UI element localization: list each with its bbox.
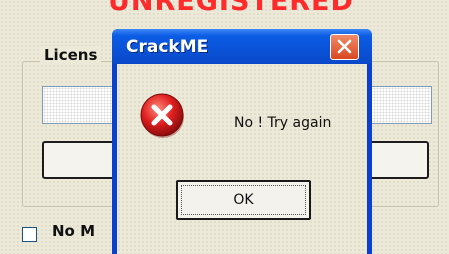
- close-icon: [337, 39, 352, 54]
- registration-status: UNREGISTERED: [108, 0, 354, 17]
- checkbox-label: No M: [52, 222, 96, 240]
- no-more-checkbox[interactable]: [22, 227, 37, 242]
- error-message: No ! Try again: [234, 115, 332, 131]
- error-dialog: CrackME No ! Try again OK: [112, 29, 372, 254]
- dialog-title: CrackME: [126, 37, 209, 57]
- dialog-body: No ! Try again OK: [117, 64, 367, 254]
- error-icon: [140, 93, 184, 138]
- license-group-label: Licens: [40, 46, 102, 64]
- dialog-title-bar[interactable]: CrackME: [112, 29, 372, 64]
- close-button[interactable]: [330, 34, 359, 60]
- focus-rectangle: [181, 185, 306, 215]
- ok-button[interactable]: OK: [176, 180, 311, 220]
